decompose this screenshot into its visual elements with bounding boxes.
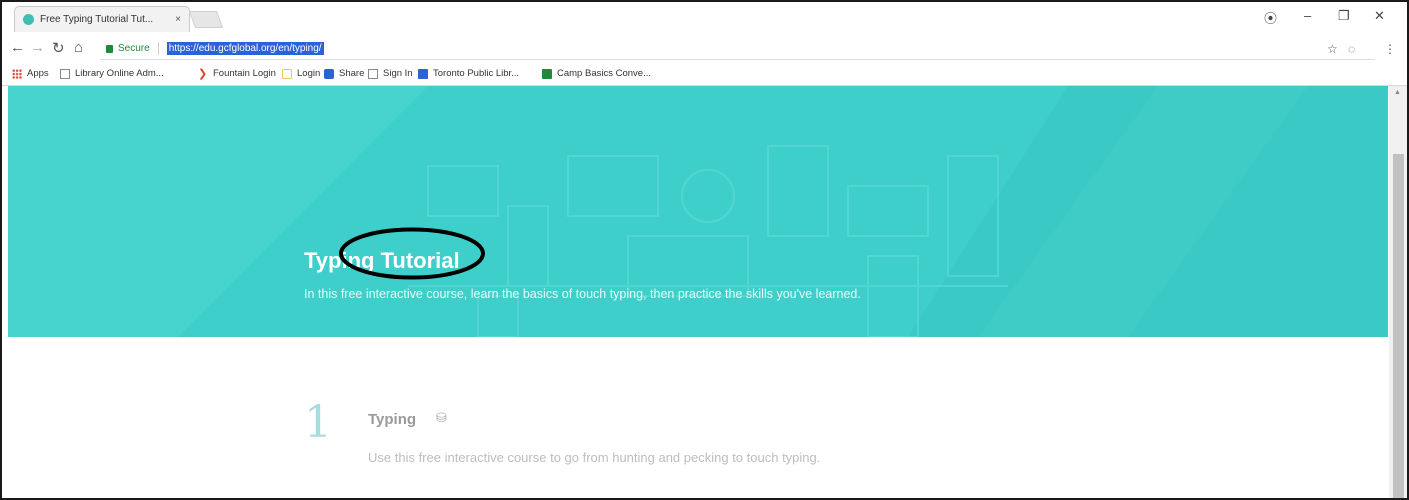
lock-icon [106,44,113,53]
bookmark-label: Fountain Login [213,68,276,79]
forward-icon[interactable]: → [30,39,45,56]
bookmark-label: Library Online Adm... [75,68,164,79]
bookmark-login[interactable]: Login [282,68,320,79]
url-text[interactable]: https://edu.gcfglobal.org/en/typing/ [166,42,324,55]
share-icon [324,68,334,79]
bookmark-label: Share [339,68,365,79]
browser-window: Free Typing Tutorial Tut... × ⦿ – ❐ ✕ ← … [0,0,1409,500]
sheets-icon [542,68,552,79]
bookmark-camp-basics[interactable]: Camp Basics Conve... [542,68,651,79]
favicon-icon [23,14,34,25]
bookmark-apps[interactable]: Apps [12,68,49,79]
page-icon [60,68,70,79]
page-icon [368,68,378,79]
tab-close-icon[interactable]: × [175,14,181,25]
bookmark-label: Login [297,68,321,79]
browser-toolbar: ← → ↻ ⌂ Secure https://edu.gcfglobal.org… [2,34,1407,64]
star-icon[interactable]: ☆ [1327,42,1338,56]
lesson-number: 1 [304,397,332,448]
page-subtitle: In this free interactive course, learn t… [304,287,861,301]
address-bar[interactable]: Secure https://edu.gcfglobal.org/en/typi… [100,38,1375,60]
login-icon [282,68,292,79]
vertical-scrollbar[interactable]: ▲ [1389,86,1407,498]
browser-tab[interactable]: Free Typing Tutorial Tut... × [14,6,190,32]
new-tab-button[interactable] [188,11,224,28]
apps-grid-icon [12,68,22,79]
tab-strip: Free Typing Tutorial Tut... × ⦿ – ❐ ✕ [2,2,1407,34]
bookmark-toronto-library[interactable]: Toronto Public Libr... [418,68,519,79]
divider [157,42,159,55]
bookmarks-bar: Apps Library Online Adm... ❯ Fountain Lo… [2,64,1407,86]
tab-title: Free Typing Tutorial Tut... [40,14,154,25]
account-icon[interactable]: ⦿ [1264,8,1277,27]
hero-banner: Typing Tutorial In this free interactive… [8,86,1388,337]
bookmark-library-online[interactable]: Library Online Adm... [60,68,164,79]
page-content: Typing Tutorial In this free interactive… [2,86,1407,498]
bookmark-label: Apps [27,68,49,79]
scrollbar-thumb[interactable] [1393,154,1404,498]
back-icon[interactable]: ← [10,39,25,56]
minimize-icon[interactable]: – [1304,8,1311,23]
lesson-description: Use this free interactive course to go f… [368,450,821,465]
bookmark-label: Sign In [383,68,413,79]
restore-icon[interactable]: ❐ [1338,8,1350,24]
chevron-icon: ❯ [198,67,208,80]
reload-icon[interactable]: ↻ [52,39,65,57]
home-icon[interactable]: ⌂ [74,39,83,56]
bookmark-sign-in[interactable]: Sign In [368,68,413,79]
menu-icon[interactable]: ⋮ [1384,42,1396,56]
close-window-icon[interactable]: ✕ [1374,8,1385,24]
lesson-item: 1 Typing ⛁ Use this free interactive cou… [2,337,1388,498]
scroll-up-icon[interactable]: ▲ [1394,89,1401,96]
bookmark-share[interactable]: Share [324,68,364,79]
bookmark-label: Toronto Public Libr... [433,68,520,79]
highlight-ellipse [339,227,485,280]
security-label: Secure [118,43,150,54]
extension-icon[interactable]: ◌ [1348,42,1355,56]
bookmark-label: Camp Basics Conve... [557,68,651,79]
library-icon [418,68,428,79]
bookmark-fountain-login[interactable]: ❯ Fountain Login [198,68,276,79]
lesson-title-link[interactable]: Typing [368,411,416,428]
keyboard-icon: ⛁ [436,410,447,425]
